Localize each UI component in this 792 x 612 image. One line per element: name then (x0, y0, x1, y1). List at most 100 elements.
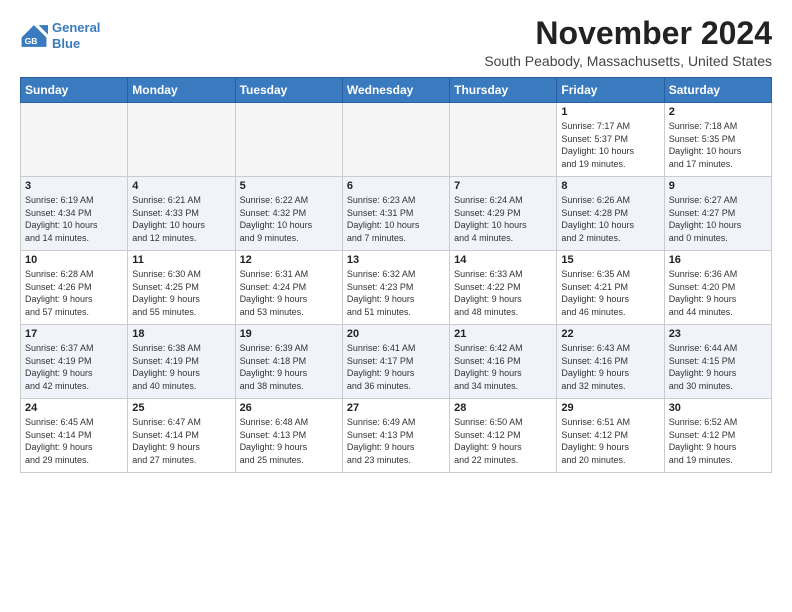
col-header-saturday: Saturday (664, 78, 771, 103)
calendar-cell: 1 Sunrise: 7:17 AM Sunset: 5:37 PM Daylig… (557, 103, 664, 177)
svg-text:GB: GB (25, 35, 38, 45)
calendar-cell: 3Sunrise: 6:19 AM Sunset: 4:34 PM Daylig… (21, 177, 128, 251)
day-number: 13 (347, 254, 445, 266)
day-number: 26 (240, 402, 338, 414)
day-info: Sunrise: 6:24 AM Sunset: 4:29 PM Dayligh… (454, 194, 552, 244)
day-number: 10 (25, 254, 123, 266)
calendar-cell: 24 Sunrise: 6:45 AM Sunset: 4:14 PM Dayli… (21, 399, 128, 473)
day-info: Sunrise: 6:38 AM Sunset: 4:19 PM Dayligh… (132, 342, 230, 392)
day-number: 23 (669, 328, 767, 340)
day-info: Sunrise: 7:17 AM Sunset: 5:37 PM Dayligh… (561, 120, 659, 170)
calendar-week-5: 24 Sunrise: 6:45 AM Sunset: 4:14 PM Dayli… (21, 399, 772, 473)
calendar-cell: 30 Sunrise: 6:52 AM Sunset: 4:12 PM Dayli… (664, 399, 771, 473)
day-number: 30 (669, 402, 767, 414)
calendar-cell: 21 Sunrise: 6:42 AM Sunset: 4:16 PM Dayli… (450, 325, 557, 399)
day-number: 14 (454, 254, 552, 266)
day-number: 9 (669, 180, 767, 192)
day-info: Sunrise: 6:27 AM Sunset: 4:27 PM Dayligh… (669, 194, 767, 244)
day-number: 4 (132, 180, 230, 192)
day-number: 21 (454, 328, 552, 340)
day-number: 2 (669, 106, 767, 118)
day-info: Sunrise: 6:49 AM Sunset: 4:13 PM Dayligh… (347, 416, 445, 466)
day-number: 17 (25, 328, 123, 340)
header: GB General Blue November 2024 South Peab… (20, 16, 772, 69)
day-number: 5 (240, 180, 338, 192)
day-info: Sunrise: 6:47 AM Sunset: 4:14 PM Dayligh… (132, 416, 230, 466)
day-number: 3 (25, 180, 123, 192)
title-block: November 2024 South Peabody, Massachuset… (484, 16, 772, 69)
calendar-cell (21, 103, 128, 177)
day-info: Sunrise: 6:22 AM Sunset: 4:32 PM Dayligh… (240, 194, 338, 244)
calendar: SundayMondayTuesdayWednesdayThursdayFrid… (20, 77, 772, 473)
calendar-cell: 12Sunrise: 6:31 AM Sunset: 4:24 PM Dayli… (235, 251, 342, 325)
logo-line1: General (52, 20, 100, 35)
calendar-cell: 13Sunrise: 6:32 AM Sunset: 4:23 PM Dayli… (342, 251, 449, 325)
col-header-thursday: Thursday (450, 78, 557, 103)
calendar-cell: 14Sunrise: 6:33 AM Sunset: 4:22 PM Dayli… (450, 251, 557, 325)
day-number: 29 (561, 402, 659, 414)
calendar-cell: 10 Sunrise: 6:28 AM Sunset: 4:26 PM Dayli… (21, 251, 128, 325)
calendar-cell: 27 Sunrise: 6:49 AM Sunset: 4:13 PM Dayli… (342, 399, 449, 473)
day-number: 22 (561, 328, 659, 340)
logo-line2: Blue (52, 36, 80, 51)
logo: GB General Blue (20, 20, 100, 51)
page: GB General Blue November 2024 South Peab… (0, 0, 792, 612)
day-info: Sunrise: 6:35 AM Sunset: 4:21 PM Dayligh… (561, 268, 659, 318)
calendar-cell (450, 103, 557, 177)
day-number: 24 (25, 402, 123, 414)
calendar-cell: 25 Sunrise: 6:47 AM Sunset: 4:14 PM Dayli… (128, 399, 235, 473)
day-info: Sunrise: 6:37 AM Sunset: 4:19 PM Dayligh… (25, 342, 123, 392)
calendar-cell: 8 Sunrise: 6:26 AM Sunset: 4:28 PM Daylig… (557, 177, 664, 251)
calendar-cell: 26 Sunrise: 6:48 AM Sunset: 4:13 PM Dayli… (235, 399, 342, 473)
day-number: 27 (347, 402, 445, 414)
day-number: 6 (347, 180, 445, 192)
logo-icon: GB (20, 22, 48, 50)
day-info: Sunrise: 6:28 AM Sunset: 4:26 PM Dayligh… (25, 268, 123, 318)
day-info: Sunrise: 6:42 AM Sunset: 4:16 PM Dayligh… (454, 342, 552, 392)
day-number: 20 (347, 328, 445, 340)
month-title: November 2024 (484, 16, 772, 51)
calendar-cell: 20 Sunrise: 6:41 AM Sunset: 4:17 PM Dayli… (342, 325, 449, 399)
calendar-week-2: 3Sunrise: 6:19 AM Sunset: 4:34 PM Daylig… (21, 177, 772, 251)
col-header-tuesday: Tuesday (235, 78, 342, 103)
day-info: Sunrise: 6:31 AM Sunset: 4:24 PM Dayligh… (240, 268, 338, 318)
calendar-cell (342, 103, 449, 177)
calendar-cell: 9 Sunrise: 6:27 AM Sunset: 4:27 PM Daylig… (664, 177, 771, 251)
day-info: Sunrise: 6:30 AM Sunset: 4:25 PM Dayligh… (132, 268, 230, 318)
day-info: Sunrise: 6:41 AM Sunset: 4:17 PM Dayligh… (347, 342, 445, 392)
day-info: Sunrise: 6:48 AM Sunset: 4:13 PM Dayligh… (240, 416, 338, 466)
day-info: Sunrise: 6:50 AM Sunset: 4:12 PM Dayligh… (454, 416, 552, 466)
day-info: Sunrise: 6:36 AM Sunset: 4:20 PM Dayligh… (669, 268, 767, 318)
day-info: Sunrise: 6:39 AM Sunset: 4:18 PM Dayligh… (240, 342, 338, 392)
calendar-cell: 29 Sunrise: 6:51 AM Sunset: 4:12 PM Dayli… (557, 399, 664, 473)
calendar-header-row: SundayMondayTuesdayWednesdayThursdayFrid… (21, 78, 772, 103)
day-info: Sunrise: 6:44 AM Sunset: 4:15 PM Dayligh… (669, 342, 767, 392)
day-number: 25 (132, 402, 230, 414)
calendar-cell (128, 103, 235, 177)
calendar-cell: 6 Sunrise: 6:23 AM Sunset: 4:31 PM Daylig… (342, 177, 449, 251)
day-info: Sunrise: 6:26 AM Sunset: 4:28 PM Dayligh… (561, 194, 659, 244)
day-number: 18 (132, 328, 230, 340)
day-info: Sunrise: 6:51 AM Sunset: 4:12 PM Dayligh… (561, 416, 659, 466)
calendar-cell: 7 Sunrise: 6:24 AM Sunset: 4:29 PM Daylig… (450, 177, 557, 251)
calendar-week-4: 17 Sunrise: 6:37 AM Sunset: 4:19 PM Dayli… (21, 325, 772, 399)
calendar-cell: 18 Sunrise: 6:38 AM Sunset: 4:19 PM Dayli… (128, 325, 235, 399)
day-info: Sunrise: 6:45 AM Sunset: 4:14 PM Dayligh… (25, 416, 123, 466)
day-number: 19 (240, 328, 338, 340)
calendar-cell: 15Sunrise: 6:35 AM Sunset: 4:21 PM Dayli… (557, 251, 664, 325)
day-info: Sunrise: 6:23 AM Sunset: 4:31 PM Dayligh… (347, 194, 445, 244)
col-header-sunday: Sunday (21, 78, 128, 103)
day-info: Sunrise: 6:52 AM Sunset: 4:12 PM Dayligh… (669, 416, 767, 466)
calendar-cell: 2Sunrise: 7:18 AM Sunset: 5:35 PM Daylig… (664, 103, 771, 177)
calendar-cell: 28Sunrise: 6:50 AM Sunset: 4:12 PM Dayli… (450, 399, 557, 473)
day-number: 1 (561, 106, 659, 118)
calendar-cell: 19 Sunrise: 6:39 AM Sunset: 4:18 PM Dayli… (235, 325, 342, 399)
calendar-week-3: 10 Sunrise: 6:28 AM Sunset: 4:26 PM Dayli… (21, 251, 772, 325)
col-header-friday: Friday (557, 78, 664, 103)
day-number: 7 (454, 180, 552, 192)
day-info: Sunrise: 6:21 AM Sunset: 4:33 PM Dayligh… (132, 194, 230, 244)
calendar-cell: 17 Sunrise: 6:37 AM Sunset: 4:19 PM Dayli… (21, 325, 128, 399)
col-header-monday: Monday (128, 78, 235, 103)
calendar-cell: 5 Sunrise: 6:22 AM Sunset: 4:32 PM Daylig… (235, 177, 342, 251)
day-number: 8 (561, 180, 659, 192)
